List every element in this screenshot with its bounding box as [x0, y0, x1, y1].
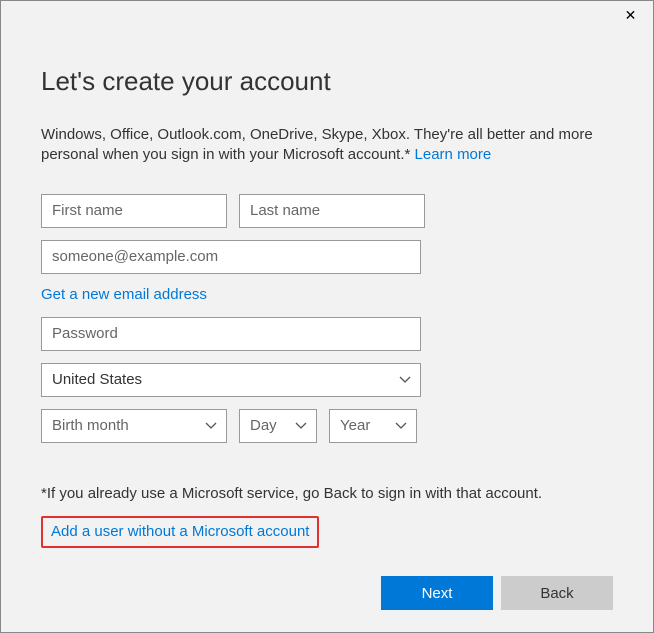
country-select-wrap: United States — [41, 363, 421, 397]
close-button[interactable]: ✕ — [608, 1, 653, 29]
birthdate-row: Birth month Day Year — [41, 409, 613, 443]
back-button[interactable]: Back — [501, 576, 613, 610]
next-button[interactable]: Next — [381, 576, 493, 610]
year-select-wrap: Year — [329, 409, 417, 443]
birth-year-select[interactable]: Year — [329, 409, 417, 443]
new-email-link[interactable]: Get a new email address — [41, 286, 613, 303]
birth-year-placeholder: Year — [340, 417, 370, 434]
content-area: Let's create your account Windows, Offic… — [1, 31, 653, 548]
dialog-window: ✕ Let's create your account Windows, Off… — [0, 0, 654, 633]
add-user-without-account-link[interactable]: Add a user without a Microsoft account — [51, 523, 309, 540]
description-text: Windows, Office, Outlook.com, OneDrive, … — [41, 125, 613, 166]
birth-day-placeholder: Day — [250, 417, 277, 434]
password-row — [41, 317, 613, 351]
existing-account-note: *If you already use a Microsoft service,… — [41, 485, 613, 502]
email-input[interactable] — [41, 240, 421, 274]
day-select-wrap: Day — [239, 409, 317, 443]
email-row — [41, 240, 613, 274]
footer-buttons: Next Back — [381, 576, 613, 610]
birth-day-select[interactable]: Day — [239, 409, 317, 443]
birth-month-placeholder: Birth month — [52, 417, 129, 434]
last-name-input[interactable] — [239, 194, 425, 228]
birth-month-select[interactable]: Birth month — [41, 409, 227, 443]
country-value: United States — [52, 371, 142, 388]
description-body: Windows, Office, Outlook.com, OneDrive, … — [41, 126, 593, 163]
titlebar: ✕ — [1, 1, 653, 31]
password-input[interactable] — [41, 317, 421, 351]
country-row: United States — [41, 363, 613, 397]
first-name-input[interactable] — [41, 194, 227, 228]
close-icon: ✕ — [625, 7, 637, 24]
add-user-highlight-box: Add a user without a Microsoft account — [41, 516, 319, 548]
country-select[interactable]: United States — [41, 363, 421, 397]
name-row — [41, 194, 613, 228]
month-select-wrap: Birth month — [41, 409, 227, 443]
learn-more-link[interactable]: Learn more — [415, 146, 492, 163]
page-title: Let's create your account — [41, 66, 613, 97]
